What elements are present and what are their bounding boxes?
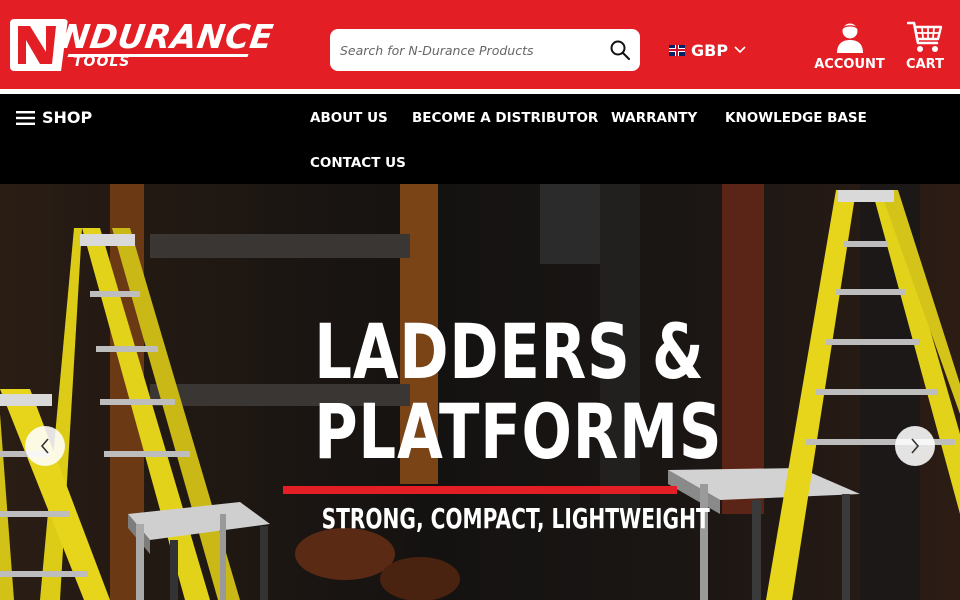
cart-icon <box>907 21 943 52</box>
chevron-right-icon <box>911 438 920 454</box>
currency-selector[interactable]: GBP <box>669 40 746 60</box>
carousel-next-button[interactable] <box>895 426 935 466</box>
cart-button[interactable]: CART <box>903 20 947 78</box>
nav-link-knowledge-base[interactable]: KNOWLEDGE BASE <box>725 110 867 126</box>
hero-title: LADDERS & PLATFORMS <box>314 307 723 476</box>
user-icon <box>836 23 863 53</box>
hero-title-underline <box>283 486 677 494</box>
shop-label: SHOP <box>42 108 93 127</box>
search-box <box>330 29 640 71</box>
hero-subtitle: STRONG, COMPACT, LIGHTWEIGHT <box>321 502 710 535</box>
currency-code: GBP <box>691 40 729 60</box>
site-header: NDURANCE TOOLS GBP ACCOUNT <box>0 0 960 89</box>
cart-label: CART <box>906 57 944 72</box>
uk-flag-icon <box>669 44 685 56</box>
nav-link-become-a-distributor[interactable]: BECOME A DISTRIBUTOR <box>412 110 598 126</box>
chevron-down-icon <box>734 46 746 54</box>
search-icon[interactable] <box>610 40 630 60</box>
shop-menu-button[interactable]: SHOP <box>16 108 92 127</box>
nav-link-about-us[interactable]: ABOUT US <box>310 110 388 126</box>
account-label: ACCOUNT <box>814 57 885 72</box>
logo-wordmark: NDURANCE <box>59 17 276 56</box>
brand-logo[interactable]: NDURANCE TOOLS <box>10 17 276 71</box>
hero-title-line-1: LADDERS & <box>314 307 705 396</box>
logo-n-mark <box>10 19 68 71</box>
hamburger-menu-icon <box>16 110 35 125</box>
nav-link-contact-us[interactable]: CONTACT US <box>310 155 406 171</box>
hero-title-line-2: PLATFORMS <box>314 387 723 476</box>
nav-link-warranty[interactable]: WARRANTY <box>611 110 697 126</box>
main-nav: SHOP ABOUT US BECOME A DISTRIBUTOR WARRA… <box>0 94 960 184</box>
hero-banner[interactable]: LADDERS & PLATFORMS STRONG, COMPACT, LIG… <box>0 184 960 600</box>
chevron-left-icon <box>40 438 49 454</box>
account-button[interactable]: ACCOUNT <box>812 22 887 78</box>
logo-subtitle: TOOLS <box>73 54 131 70</box>
carousel-prev-button[interactable] <box>25 426 65 466</box>
search-input[interactable] <box>340 29 600 71</box>
